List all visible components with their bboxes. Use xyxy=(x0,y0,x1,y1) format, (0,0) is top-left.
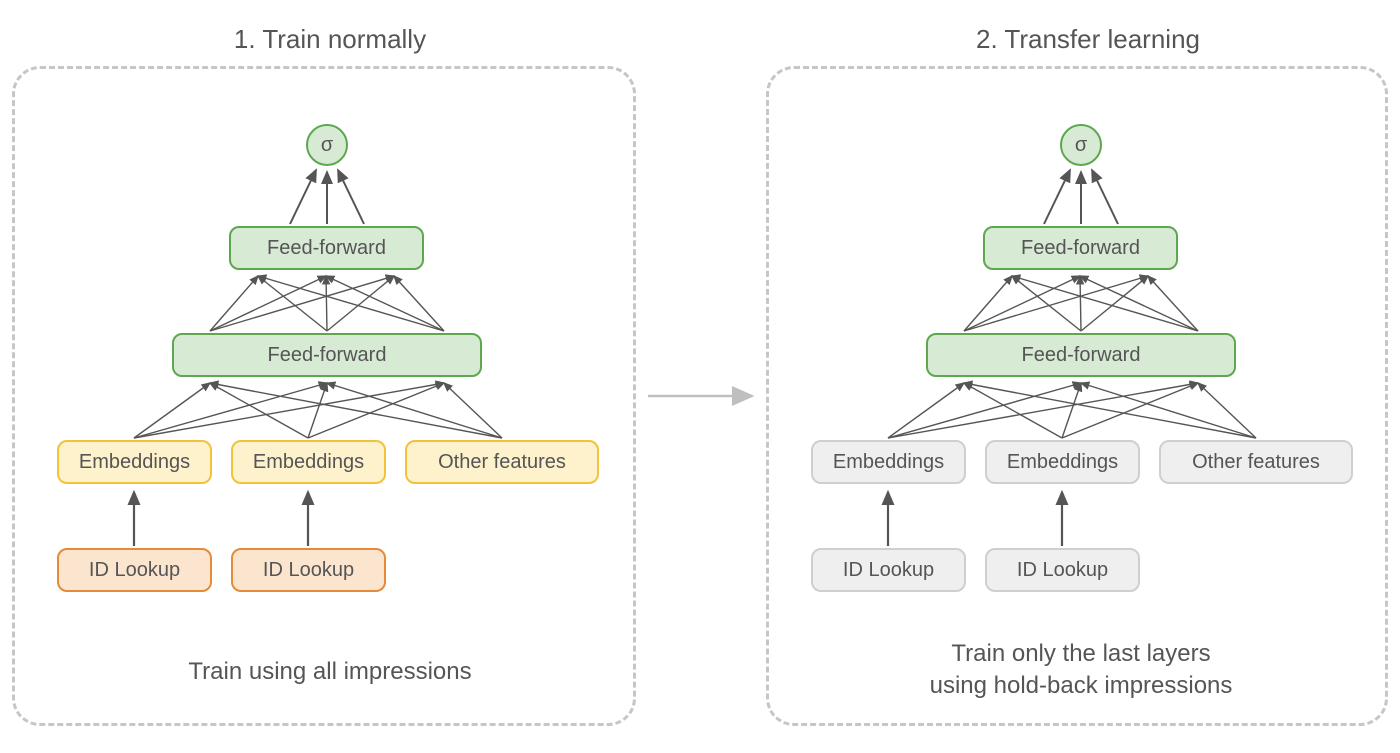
feedforward-right-1: Feed-forward xyxy=(983,226,1178,270)
feedforward-left-1: Feed-forward xyxy=(229,226,424,270)
caption-right: Train only the last layers using hold-ba… xyxy=(846,638,1316,703)
embeddings-right-1: Embeddings xyxy=(811,440,966,484)
caption-left: Train using all impressions xyxy=(120,656,540,688)
id-lookup-left-2: ID Lookup xyxy=(231,548,386,592)
other-features-left: Other features xyxy=(405,440,599,484)
id-lookup-right-2: ID Lookup xyxy=(985,548,1140,592)
sigma-label: σ xyxy=(321,134,333,157)
id-lookup-right-1: ID Lookup xyxy=(811,548,966,592)
sigma-label-right: σ xyxy=(1075,134,1087,157)
embeddings-left-1: Embeddings xyxy=(57,440,212,484)
feedforward-left-2: Feed-forward xyxy=(172,333,482,377)
id-lookup-left-1: ID Lookup xyxy=(57,548,212,592)
title-right: 2. Transfer learning xyxy=(958,24,1218,55)
sigma-left: σ xyxy=(306,124,348,166)
embeddings-right-2: Embeddings xyxy=(985,440,1140,484)
other-features-right: Other features xyxy=(1159,440,1353,484)
title-left: 1. Train normally xyxy=(200,24,460,55)
sigma-right: σ xyxy=(1060,124,1102,166)
feedforward-right-2: Feed-forward xyxy=(926,333,1236,377)
embeddings-left-2: Embeddings xyxy=(231,440,386,484)
